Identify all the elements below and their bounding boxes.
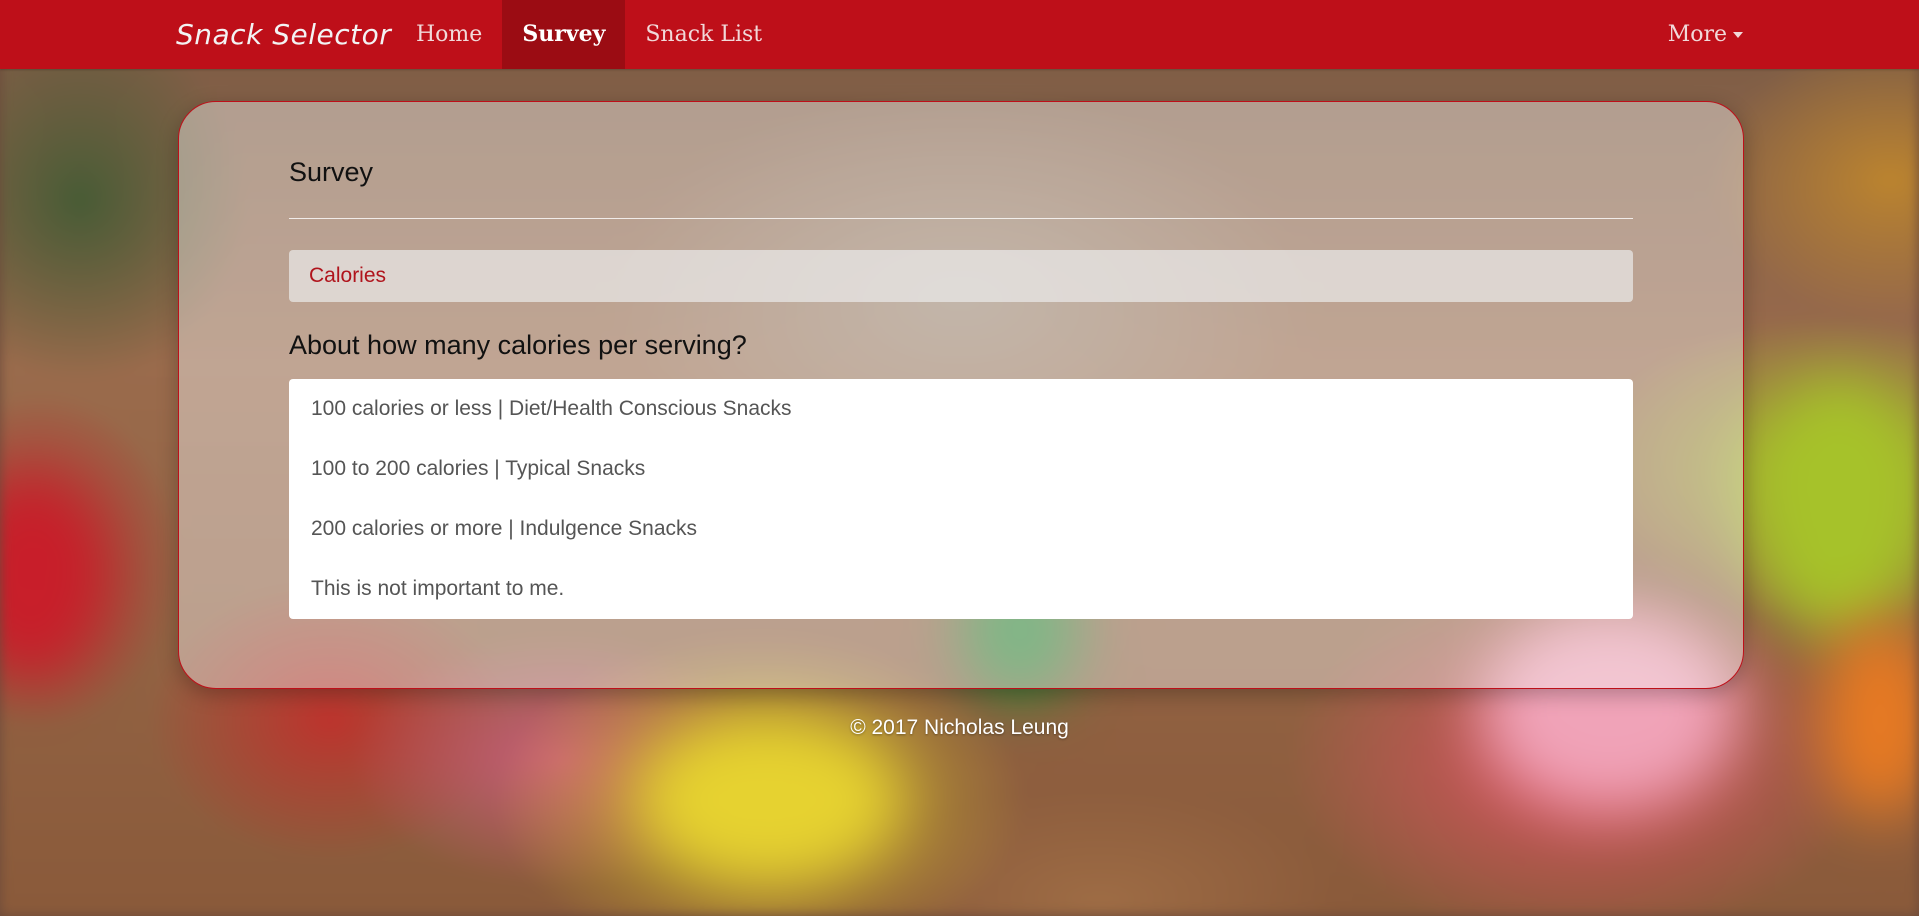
nav-link-home[interactable]: Home <box>396 0 502 69</box>
answer-option[interactable]: This is not important to me. <box>311 559 1611 619</box>
survey-card: Survey Calories About how many calories … <box>178 101 1744 689</box>
answer-option[interactable]: 200 calories or more | Indulgence Snacks <box>311 499 1611 559</box>
navbar: Snack Selector Home Survey Snack List Mo… <box>0 0 1919 69</box>
nav-link-snack-list[interactable]: Snack List <box>625 0 782 69</box>
divider <box>289 218 1633 219</box>
more-dropdown[interactable]: More <box>1668 0 1743 69</box>
more-dropdown-label: More <box>1667 22 1727 47</box>
page-title: Survey <box>289 157 374 187</box>
caret-down-icon <box>1733 32 1743 38</box>
answer-option[interactable]: 100 calories or less | Diet/Health Consc… <box>311 379 1611 439</box>
breadcrumb-item-calories[interactable]: Calories <box>309 250 386 302</box>
answer-options-list: 100 calories or less | Diet/Health Consc… <box>289 379 1633 619</box>
answer-option[interactable]: 100 to 200 calories | Typical Snacks <box>311 439 1611 499</box>
navbar-inner: Snack Selector Home Survey Snack List Mo… <box>176 0 1743 69</box>
nav-links: Home Survey Snack List <box>396 0 782 69</box>
footer-copyright: © 2017 Nicholas Leung <box>850 716 1069 739</box>
nav-link-survey[interactable]: Survey <box>502 0 626 69</box>
brand-logo[interactable]: Snack Selector <box>176 0 391 69</box>
breadcrumb: Calories <box>289 250 1633 302</box>
survey-question: About how many calories per serving? <box>289 330 747 360</box>
